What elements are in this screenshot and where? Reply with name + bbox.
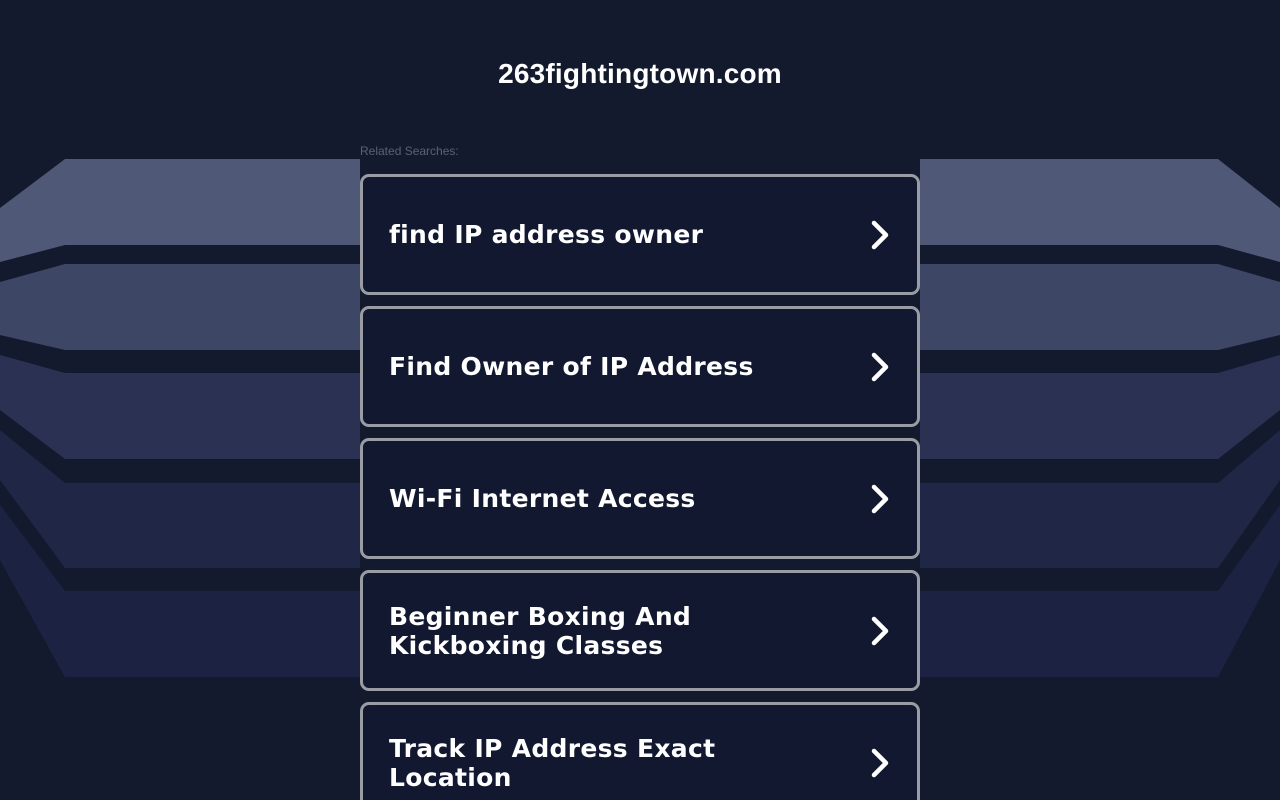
related-link-label: Beginner Boxing And Kickboxing Classes bbox=[389, 601, 692, 660]
chevron-right-icon bbox=[871, 748, 889, 777]
chevron-right-icon bbox=[871, 484, 889, 513]
related-link-item[interactable]: Find Owner of IP Address bbox=[360, 306, 920, 427]
related-link-item[interactable]: Wi-Fi Internet Access bbox=[360, 438, 920, 559]
related-link-item[interactable]: find IP address owner bbox=[360, 174, 920, 295]
related-link-item[interactable]: Track IP Address Exact Location bbox=[360, 702, 920, 800]
related-searches-label: Related Searches: bbox=[360, 144, 459, 158]
page: 263fightingtown.com Related Searches: fi… bbox=[0, 0, 1280, 800]
chevron-right-icon bbox=[871, 220, 889, 249]
chevron-right-icon bbox=[871, 616, 889, 645]
chevron-right-icon bbox=[871, 352, 889, 381]
domain-title: 263fightingtown.com bbox=[498, 58, 782, 89]
related-link-label: find IP address owner bbox=[389, 220, 704, 249]
related-link-label: Find Owner of IP Address bbox=[389, 352, 754, 381]
related-link-item[interactable]: Beginner Boxing And Kickboxing Classes bbox=[360, 570, 920, 691]
related-link-label: Wi-Fi Internet Access bbox=[389, 484, 696, 513]
related-links-list: find IP address owner Find Owner of IP A… bbox=[360, 174, 920, 800]
related-link-label: Track IP Address Exact Location bbox=[389, 733, 716, 792]
